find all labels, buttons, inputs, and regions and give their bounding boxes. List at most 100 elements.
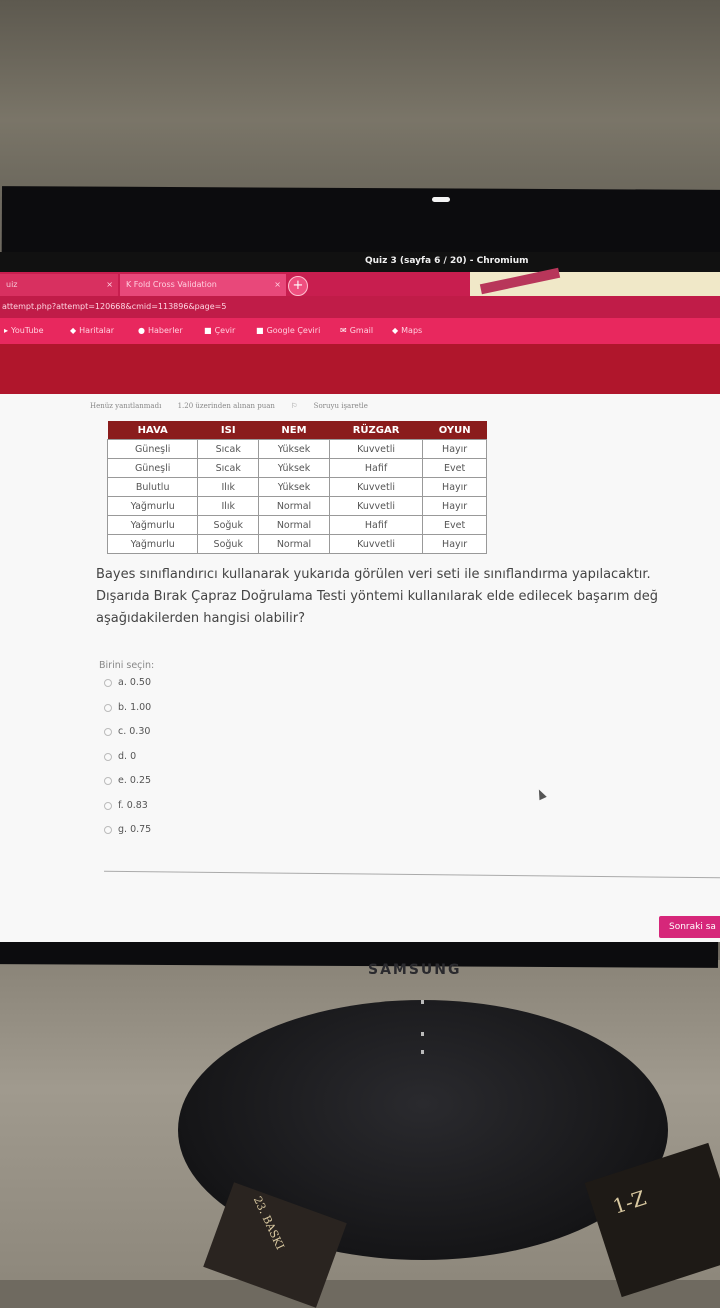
translate-icon: ■ (204, 326, 212, 335)
table-row: Yağmurlu Soğuk Normal Hafif Evet (106, 515, 487, 535)
table-cell: Evet (422, 515, 487, 535)
webcam-light (432, 197, 450, 202)
table-header-row: HAVA ISI NEM RÜZGAR OYUN (107, 421, 487, 440)
maps-icon: ◆ (392, 326, 399, 335)
table-cell: Güneşli (106, 458, 199, 478)
translate-icon: ■ (256, 326, 264, 335)
radio-button[interactable] (104, 679, 112, 687)
table-cell: Hayır (422, 477, 487, 497)
new-tab-button[interactable]: + (288, 276, 308, 296)
mail-icon: ✉ (340, 326, 347, 335)
table-cell: Yağmurlu (106, 515, 199, 535)
table-cell: Hafif (328, 458, 424, 478)
radio-button[interactable] (104, 752, 112, 761)
answer-option[interactable]: b. 1.00 (104, 702, 151, 727)
answer-options: a. 0.50 b. 1.00 c. 0.30 d. 0 e. 0.25 f. … (104, 677, 151, 849)
table-cell: Normal (258, 496, 330, 516)
table-cell: Kuvvetli (328, 534, 424, 554)
answer-option[interactable]: f. 0.83 (104, 800, 151, 825)
monitor-screen: Quiz 3 (sayfa 6 / 20) - Chromium uiz × K… (0, 252, 720, 942)
answer-option[interactable]: c. 0.30 (104, 726, 151, 751)
table-cell: Yağmurlu (106, 496, 199, 516)
question-info: Henüz yanıtlanmadı 1.20 üzerinden alınan… (90, 402, 396, 410)
flag-question-link[interactable]: ⚐ Soruyu işaretle (291, 402, 382, 410)
bookmark-news[interactable]: ● Haberler (138, 326, 183, 335)
mouse-cursor-icon (535, 787, 547, 801)
table-cell: Kuvvetli (328, 477, 424, 497)
table-cell: Yağmurlu (106, 534, 199, 554)
column-header: NEM (258, 421, 330, 440)
tab-bar: uiz × K Fold Cross Validation × + (0, 272, 720, 296)
question-status: Henüz yanıtlanmadı (90, 402, 162, 410)
tab-label: uiz (6, 280, 18, 289)
address-bar[interactable]: attempt.php?attempt=120668&cmid=113896&p… (0, 296, 720, 318)
bookmarks-bar: ▸ YouTube ◆ Haritalar ● Haberler ■ Çevir ■ Go… (0, 318, 720, 344)
bookmark-maps[interactable]: ◆ Maps (392, 326, 422, 335)
column-header: HAVA (107, 421, 198, 440)
table-cell: Soğuk (197, 534, 260, 554)
tab-quiz[interactable]: uiz × (0, 274, 118, 296)
next-page-button[interactable]: Sonraki sa (659, 916, 720, 938)
radio-button[interactable] (104, 728, 112, 736)
question-line: Bayes sınıflandırıcı kullanarak yukarıda… (96, 567, 651, 582)
question-text: Bayes sınıflandırıcı kullanarak yukarıda… (96, 564, 720, 630)
table-cell: Soğuk (197, 515, 260, 535)
table-cell: Normal (258, 515, 330, 535)
news-icon: ● (138, 326, 145, 335)
column-header: RÜZGAR (329, 421, 423, 440)
bookmark-google-translate[interactable]: ■ Google Çeviri (256, 326, 320, 335)
table-cell: Kuvvetli (328, 439, 424, 459)
radio-button[interactable] (104, 703, 112, 712)
table-cell: Yüksek (258, 477, 330, 497)
close-icon[interactable]: × (274, 274, 281, 296)
table-cell: Sıcak (197, 439, 260, 459)
stand-highlight (421, 1032, 424, 1036)
table-row: Yağmurlu Soğuk Normal Kuvvetli Hayır (106, 534, 487, 554)
radio-button[interactable] (104, 801, 112, 810)
monitor-brand-logo: SAMSUNG (368, 962, 462, 978)
close-icon[interactable]: × (106, 274, 113, 296)
table-cell: Hayır (422, 534, 487, 554)
table-cell: Hayır (422, 496, 487, 516)
column-header: ISI (197, 421, 259, 440)
tab-label: K Fold Cross Validation (126, 280, 217, 289)
table-cell: Yüksek (258, 439, 330, 459)
radio-button[interactable] (104, 777, 112, 785)
url-text: attempt.php?attempt=120668&cmid=113896&p… (2, 302, 227, 311)
tab-k-fold[interactable]: K Fold Cross Validation × (120, 274, 286, 296)
bookmark-gmail[interactable]: ✉ Gmail (340, 326, 373, 335)
table-cell: Bulutlu (106, 477, 199, 497)
bookmark-maps-tr[interactable]: ◆ Haritalar (70, 326, 114, 335)
table-row: Bulutlu Ilık Yüksek Kuvvetli Hayır (106, 477, 487, 497)
table-row: Güneşli Sıcak Yüksek Kuvvetli Hayır (106, 439, 487, 459)
flag-icon: ⚐ (291, 402, 300, 410)
window-titlebar: Quiz 3 (sayfa 6 / 20) - Chromium (0, 252, 720, 272)
radio-button[interactable] (104, 826, 112, 834)
table-cell: Güneşli (106, 439, 199, 459)
bookmark-translate[interactable]: ■ Çevir (204, 326, 235, 335)
answer-option[interactable]: a. 0.50 (104, 677, 151, 702)
answer-option[interactable]: d. 0 (104, 751, 151, 776)
question-line: aşağıdakilerden hangisi olabilir? (96, 611, 305, 626)
book-title: 23. BASKI (250, 1194, 287, 1252)
maps-icon: ◆ (70, 326, 77, 335)
question-points: 1.20 üzerinden alınan puan (177, 402, 275, 410)
table-cell: Yüksek (258, 458, 330, 478)
book-title: 1-Z (609, 1185, 650, 1219)
answer-option[interactable]: g. 0.75 (104, 824, 151, 849)
tab-bar-background (470, 272, 720, 296)
weather-data-table: HAVA ISI NEM RÜZGAR OYUN Güneşli Sıcak Y… (106, 421, 487, 554)
quiz-page: Henüz yanıtlanmadı 1.20 üzerinden alınan… (0, 394, 720, 942)
window-title: Quiz 3 (sayfa 6 / 20) - Chromium (365, 256, 529, 266)
wall-background (0, 0, 720, 200)
table-row: Yağmurlu Ilık Normal Kuvvetli Hayır (106, 496, 487, 516)
divider (104, 870, 720, 879)
table-cell: Sıcak (197, 458, 260, 478)
answer-option[interactable]: e. 0.25 (104, 775, 151, 800)
bookmark-youtube[interactable]: ▸ YouTube (4, 326, 44, 335)
question-line: Dışarıda Bırak Çapraz Doğrulama Testi yö… (96, 589, 659, 604)
site-header-banner (0, 344, 720, 394)
table-cell: Ilık (197, 496, 260, 516)
stand-highlight (421, 1050, 424, 1054)
table-cell: Normal (258, 534, 330, 554)
